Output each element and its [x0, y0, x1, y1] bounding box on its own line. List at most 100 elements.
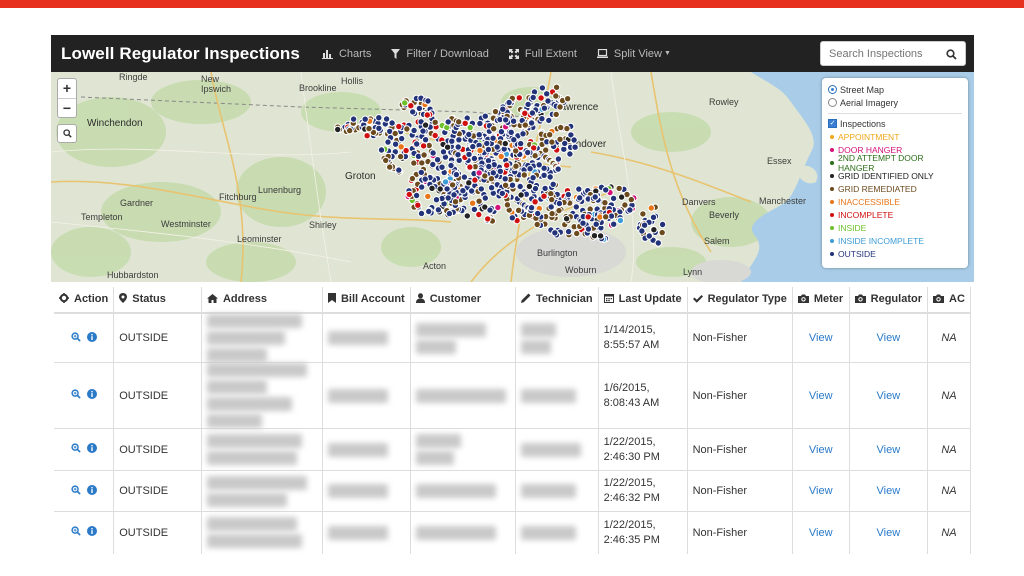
inspection-point[interactable]: [601, 199, 609, 207]
inspection-point[interactable]: [531, 184, 540, 193]
inspection-point[interactable]: [487, 184, 496, 192]
inspection-point[interactable]: [428, 184, 436, 193]
inspection-point[interactable]: [617, 193, 626, 201]
inspection-point[interactable]: [443, 185, 451, 193]
inspection-point[interactable]: [396, 152, 405, 161]
inspection-point[interactable]: [436, 185, 444, 193]
inspection-point[interactable]: [531, 198, 539, 206]
map-view[interactable]: Ringde New Ipswich Hollis Brookline Lawr…: [51, 72, 974, 282]
inspection-point[interactable]: [556, 103, 564, 111]
regulator-photo-link[interactable]: View: [849, 470, 929, 512]
inspection-point[interactable]: [524, 148, 532, 157]
inspection-point[interactable]: [433, 156, 442, 164]
inspection-point[interactable]: [639, 210, 647, 218]
inspection-point[interactable]: [471, 176, 479, 184]
inspection-point[interactable]: [489, 134, 497, 142]
zoom-in-button[interactable]: +: [58, 79, 76, 98]
radio-unselected-icon[interactable]: [828, 98, 837, 107]
inspection-point[interactable]: [477, 185, 485, 193]
inspection-point[interactable]: [508, 214, 516, 222]
inspection-point[interactable]: [410, 126, 418, 135]
inspection-point[interactable]: [616, 216, 625, 225]
inspection-point[interactable]: [468, 199, 477, 207]
inspection-point[interactable]: [401, 99, 409, 107]
zoom-to-icon[interactable]: [70, 443, 81, 456]
split-view-dropdown[interactable]: Split View ▼: [596, 48, 671, 60]
inspection-point[interactable]: [546, 173, 554, 181]
inspection-point[interactable]: [654, 239, 662, 247]
inspection-point[interactable]: [528, 109, 537, 117]
inspection-point[interactable]: [418, 183, 426, 191]
inspection-point[interactable]: [566, 150, 574, 158]
inspection-point[interactable]: [405, 190, 413, 199]
inspection-point[interactable]: [596, 232, 605, 240]
inspection-point[interactable]: [452, 170, 461, 179]
radio-selected-icon[interactable]: [828, 85, 837, 94]
meter-photo-link[interactable]: View: [792, 362, 850, 429]
inspection-point[interactable]: [505, 98, 513, 107]
filter-download-button[interactable]: Filter / Download: [391, 48, 489, 60]
inspection-point[interactable]: [419, 127, 427, 135]
inspection-point[interactable]: [365, 124, 373, 133]
inspection-point[interactable]: [535, 161, 543, 169]
inspection-point[interactable]: [410, 159, 418, 167]
zoom-to-icon[interactable]: [70, 526, 81, 539]
inspection-point[interactable]: [572, 203, 580, 211]
inspection-point[interactable]: [349, 115, 358, 123]
inspection-point[interactable]: [417, 168, 425, 177]
inspection-point[interactable]: [529, 93, 537, 102]
column-header-regulator[interactable]: Regulator: [849, 287, 929, 314]
column-header-last-update[interactable]: Last Update: [598, 287, 688, 314]
inspection-point[interactable]: [481, 194, 489, 202]
inspection-point[interactable]: [486, 206, 494, 214]
inspection-point[interactable]: [475, 197, 483, 205]
inspection-point[interactable]: [363, 132, 371, 140]
basemap-option-aerial[interactable]: Aerial Imagery: [828, 96, 962, 109]
inspection-point[interactable]: [484, 215, 492, 223]
inspection-point[interactable]: [540, 104, 549, 112]
inspection-point[interactable]: [450, 191, 458, 199]
inspection-point[interactable]: [548, 209, 556, 218]
inspection-point[interactable]: [496, 167, 504, 176]
inspection-point[interactable]: [467, 187, 476, 195]
inspection-point[interactable]: [602, 213, 610, 221]
inspection-point[interactable]: [470, 205, 479, 214]
inspection-point[interactable]: [454, 143, 462, 151]
inspection-point[interactable]: [423, 111, 431, 119]
inspection-point[interactable]: [454, 151, 462, 159]
inspection-point[interactable]: [548, 195, 556, 204]
inspection-point[interactable]: [470, 154, 479, 163]
inspection-point[interactable]: [414, 201, 422, 209]
inspection-point[interactable]: [503, 161, 511, 169]
inspection-point[interactable]: [455, 136, 463, 144]
inspection-point[interactable]: [541, 184, 549, 193]
inspection-point[interactable]: [575, 185, 583, 193]
inspection-point[interactable]: [434, 206, 443, 214]
inspection-point[interactable]: [448, 137, 456, 145]
inspection-point[interactable]: [512, 162, 520, 170]
inspection-point[interactable]: [512, 147, 520, 155]
basemap-option-street[interactable]: Street Map: [828, 83, 962, 96]
info-icon[interactable]: [86, 331, 97, 345]
inspection-point[interactable]: [424, 97, 432, 105]
inspection-point[interactable]: [590, 232, 599, 240]
inspection-point[interactable]: [413, 140, 421, 148]
inspection-point[interactable]: [431, 131, 439, 140]
inspection-point[interactable]: [515, 94, 523, 102]
inspection-point[interactable]: [526, 165, 534, 173]
inspection-point[interactable]: [429, 149, 437, 157]
inspection-point[interactable]: [483, 139, 491, 148]
inspection-point[interactable]: [419, 142, 428, 150]
inspection-point[interactable]: [455, 118, 463, 126]
inspection-point[interactable]: [540, 192, 548, 200]
info-icon[interactable]: [86, 526, 97, 539]
inspection-point[interactable]: [562, 215, 571, 223]
inspection-point[interactable]: [476, 146, 484, 155]
search-input[interactable]: [821, 47, 941, 60]
meter-photo-link[interactable]: View: [792, 511, 850, 554]
inspection-point[interactable]: [384, 138, 392, 146]
inspection-point[interactable]: [403, 125, 411, 133]
inspection-point[interactable]: [548, 138, 556, 146]
info-icon[interactable]: [86, 389, 97, 402]
inspection-point[interactable]: [521, 109, 529, 117]
